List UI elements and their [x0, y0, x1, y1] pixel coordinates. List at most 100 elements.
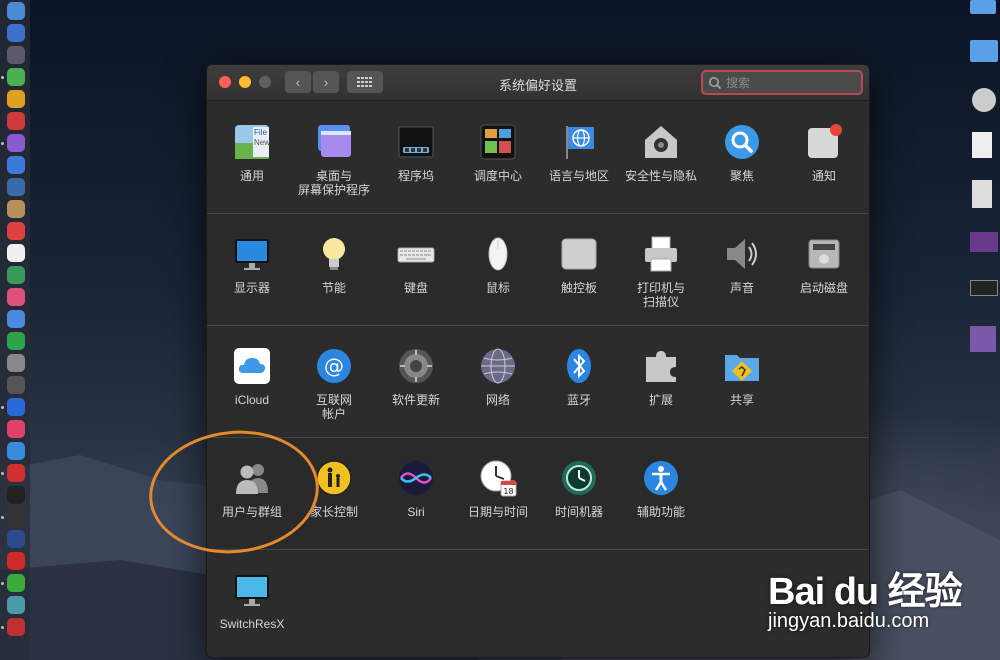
dock-app-icon[interactable]	[7, 376, 25, 394]
pane-sound[interactable]: 声音	[701, 235, 783, 295]
row-divider	[207, 549, 869, 550]
pane-update[interactable]: 软件更新	[375, 347, 457, 407]
parental-controls-icon	[315, 459, 353, 497]
pane-displays[interactable]: 显示器	[211, 235, 293, 295]
dock-app-icon[interactable]	[7, 90, 25, 108]
dock-app-icon[interactable]	[7, 398, 25, 416]
pane-mission[interactable]: 调度中心	[457, 123, 539, 183]
software-update-icon	[397, 347, 435, 385]
pane-energy[interactable]: 节能	[293, 235, 375, 295]
pane-accessibility[interactable]: 辅助功能	[620, 459, 702, 519]
dock-app-icon[interactable]	[7, 156, 25, 174]
pane-label: iCloud	[234, 393, 270, 407]
pane-security[interactable]: 安全性与隐私	[620, 123, 702, 183]
desktop-document-icon[interactable]	[972, 180, 992, 208]
bluetooth-icon	[560, 347, 598, 385]
pane-trackpad[interactable]: 触控板	[538, 235, 620, 295]
pane-network[interactable]: 网络	[457, 347, 539, 407]
pane-language[interactable]: 语言与地区	[538, 123, 620, 183]
dock-app-icon[interactable]	[7, 310, 25, 328]
dock-app-icon[interactable]	[7, 112, 25, 130]
keyboard-icon	[397, 235, 435, 273]
pane-notifications[interactable]: 通知	[783, 123, 865, 183]
desktop-app-icon[interactable]	[970, 326, 996, 352]
pane-startup[interactable]: 启动磁盘	[783, 235, 865, 295]
dock	[0, 0, 30, 660]
running-indicator	[1, 516, 4, 519]
dock-app-icon[interactable]	[7, 442, 25, 460]
search-field[interactable]	[701, 70, 863, 95]
pane-label: 节能	[321, 281, 346, 295]
accessibility-icon	[642, 459, 680, 497]
watermark-brand: Bai du 经验	[768, 571, 963, 613]
search-input[interactable]	[726, 75, 846, 90]
pane-keyboard[interactable]: 键盘	[375, 235, 457, 295]
pane-label: 桌面与 屏幕保护程序	[297, 169, 370, 197]
dock-app-icon[interactable]	[7, 200, 25, 218]
pane-desktop[interactable]: 桌面与 屏幕保护程序	[293, 123, 375, 197]
pane-switchresx[interactable]: SwitchResX	[211, 571, 293, 631]
energy-saver-icon	[315, 235, 353, 273]
sound-icon	[723, 235, 761, 273]
dock-app-icon[interactable]	[7, 266, 25, 284]
dock-app-icon[interactable]	[7, 574, 25, 592]
desktop-document-icon[interactable]	[972, 132, 992, 158]
pane-label: 时间机器	[554, 505, 603, 519]
dock-app-icon[interactable]	[7, 618, 25, 636]
desktop-disk-image-icon[interactable]	[972, 88, 996, 112]
icloud-icon	[233, 347, 271, 385]
pane-bluetooth[interactable]: 蓝牙	[538, 347, 620, 407]
dock-app-icon[interactable]	[7, 46, 25, 64]
pane-dock[interactable]: 程序坞	[375, 123, 457, 183]
pane-label: 共享	[729, 393, 754, 407]
running-indicator	[1, 406, 4, 409]
dock-app-icon[interactable]	[7, 24, 25, 42]
sharing-icon	[723, 347, 761, 385]
mission-control-icon	[479, 123, 517, 161]
pane-mouse[interactable]: 鼠标	[457, 235, 539, 295]
dock-icon	[397, 123, 435, 161]
dock-app-icon[interactable]	[7, 596, 25, 614]
search-icon	[709, 76, 722, 89]
desktop-folder-icon[interactable]	[970, 0, 996, 14]
pane-extensions[interactable]: 扩展	[620, 347, 702, 407]
dock-app-icon[interactable]	[7, 178, 25, 196]
svg-text:File: File	[254, 128, 267, 137]
pane-siri[interactable]: Siri	[375, 459, 457, 519]
pane-datetime[interactable]: 18 日期与时间	[457, 459, 539, 519]
desktop-image-icon[interactable]	[970, 232, 998, 252]
dock-app-icon[interactable]	[7, 552, 25, 570]
dock-app-icon[interactable]	[7, 134, 25, 152]
dock-app-icon[interactable]	[7, 222, 25, 240]
internet-accounts-icon: @	[315, 347, 353, 385]
dock-app-icon[interactable]	[7, 420, 25, 438]
svg-text:New: New	[254, 138, 270, 147]
desktop-image-icon[interactable]	[970, 280, 998, 296]
dock-app-icon[interactable]	[7, 464, 25, 482]
dock-app-icon[interactable]	[7, 288, 25, 306]
dock-app-icon[interactable]	[7, 2, 25, 20]
dock-app-icon[interactable]	[7, 244, 25, 262]
pane-general[interactable]: File New 通用	[211, 123, 293, 183]
dock-app-icon[interactable]	[7, 486, 25, 504]
dock-app-icon[interactable]	[7, 332, 25, 350]
pane-printers[interactable]: 打印机与 扫描仪	[620, 235, 702, 309]
pane-spotlight[interactable]: 聚焦	[701, 123, 783, 183]
preference-row: iCloud @ 互联网 帐户 软件更新 网络 蓝牙 扩展 共享	[207, 325, 869, 436]
running-indicator	[1, 142, 4, 145]
pane-internet[interactable]: @ 互联网 帐户	[293, 347, 375, 421]
pane-label: 互联网 帐户	[315, 393, 352, 421]
pane-sharing[interactable]: 共享	[701, 347, 783, 407]
running-indicator	[1, 582, 4, 585]
dock-app-icon[interactable]	[7, 68, 25, 86]
desktop-folder-icon[interactable]	[970, 40, 998, 62]
dock-app-icon[interactable]	[7, 508, 25, 526]
dock-app-icon[interactable]	[7, 530, 25, 548]
pane-icloud[interactable]: iCloud	[211, 347, 293, 407]
pane-label: 键盘	[403, 281, 428, 295]
running-indicator	[1, 76, 4, 79]
pane-timemachine[interactable]: 时间机器	[538, 459, 620, 519]
pane-label: 聚焦	[729, 169, 754, 183]
dock-app-icon[interactable]	[7, 354, 25, 372]
pane-label: 通用	[239, 169, 264, 183]
